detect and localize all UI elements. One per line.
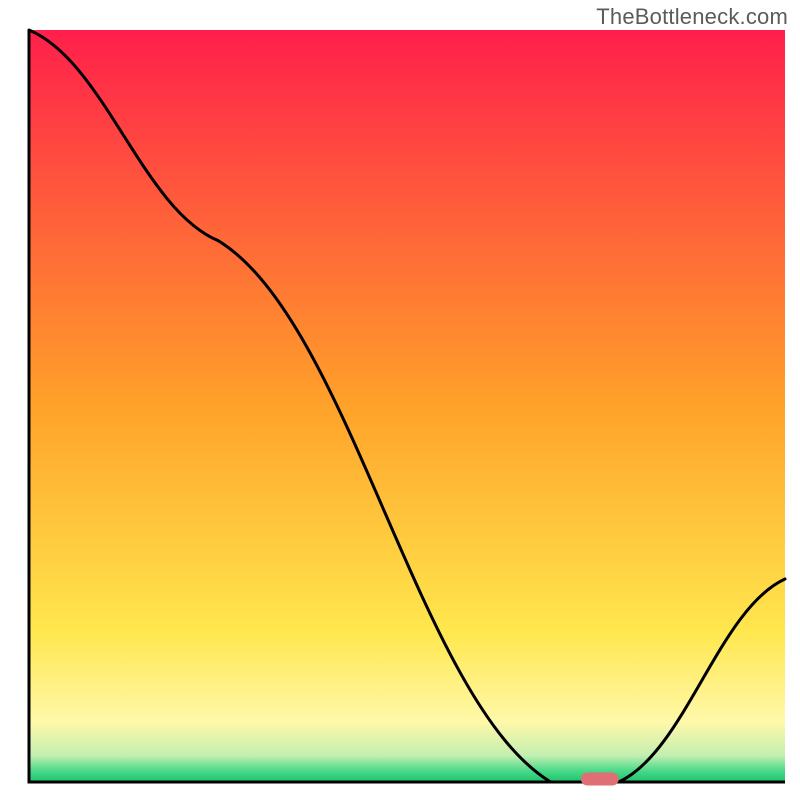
plot-background xyxy=(29,30,785,782)
optimal-marker xyxy=(581,773,619,786)
chart-container: TheBottleneck.com xyxy=(0,0,800,800)
bottleneck-chart xyxy=(0,0,800,800)
